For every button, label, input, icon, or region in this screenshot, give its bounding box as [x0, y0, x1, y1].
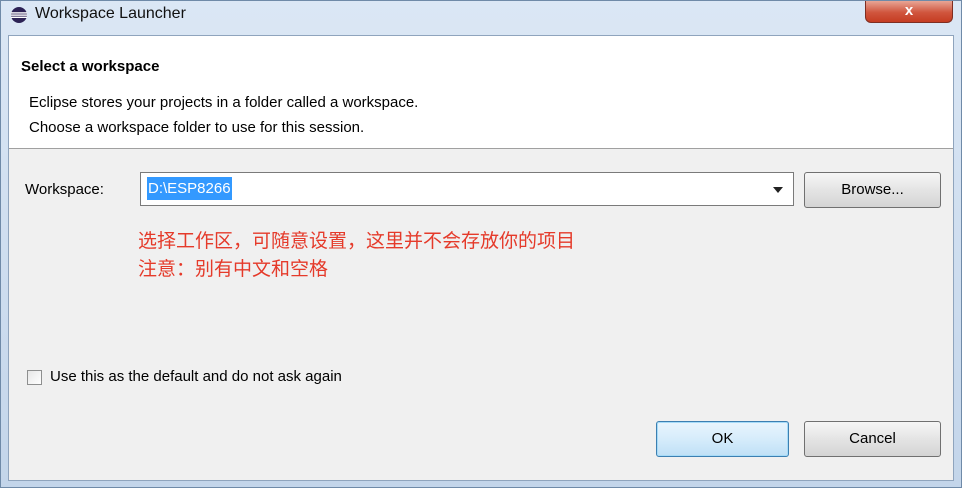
dialog-body: Select a workspace Eclipse stores your p… — [8, 35, 954, 481]
workspace-combo[interactable]: D:\ESP8266 — [140, 172, 794, 206]
banner-message-line-2: Choose a workspace folder to use for thi… — [29, 119, 365, 136]
workspace-path-value[interactable]: D:\ESP8266 — [147, 177, 232, 200]
close-button[interactable]: x — [865, 1, 953, 23]
cancel-button[interactable]: Cancel — [804, 421, 941, 457]
default-checkbox[interactable] — [27, 370, 42, 385]
banner-title: Select a workspace — [21, 58, 160, 75]
workspace-label: Workspace: — [25, 181, 104, 198]
ok-button[interactable]: OK — [656, 421, 789, 457]
default-checkbox-label[interactable]: Use this as the default and do not ask a… — [50, 368, 342, 385]
chevron-down-icon[interactable] — [773, 187, 783, 193]
workspace-launcher-window: Workspace Launcher x Select a workspace … — [0, 0, 962, 488]
browse-button[interactable]: Browse... — [804, 172, 941, 208]
annotation-line-2: 注意：别有中文和空格 — [138, 258, 329, 280]
window-title: Workspace Launcher — [35, 5, 186, 22]
banner-message-line-1: Eclipse stores your projects in a folder… — [29, 94, 419, 111]
annotation-line-1: 选择工作区，可随意设置，这里并不会存放你的项目 — [138, 230, 576, 252]
header-banner: Select a workspace Eclipse stores your p… — [9, 36, 953, 149]
title-bar[interactable]: Workspace Launcher x — [1, 1, 961, 31]
eclipse-icon — [11, 7, 27, 23]
